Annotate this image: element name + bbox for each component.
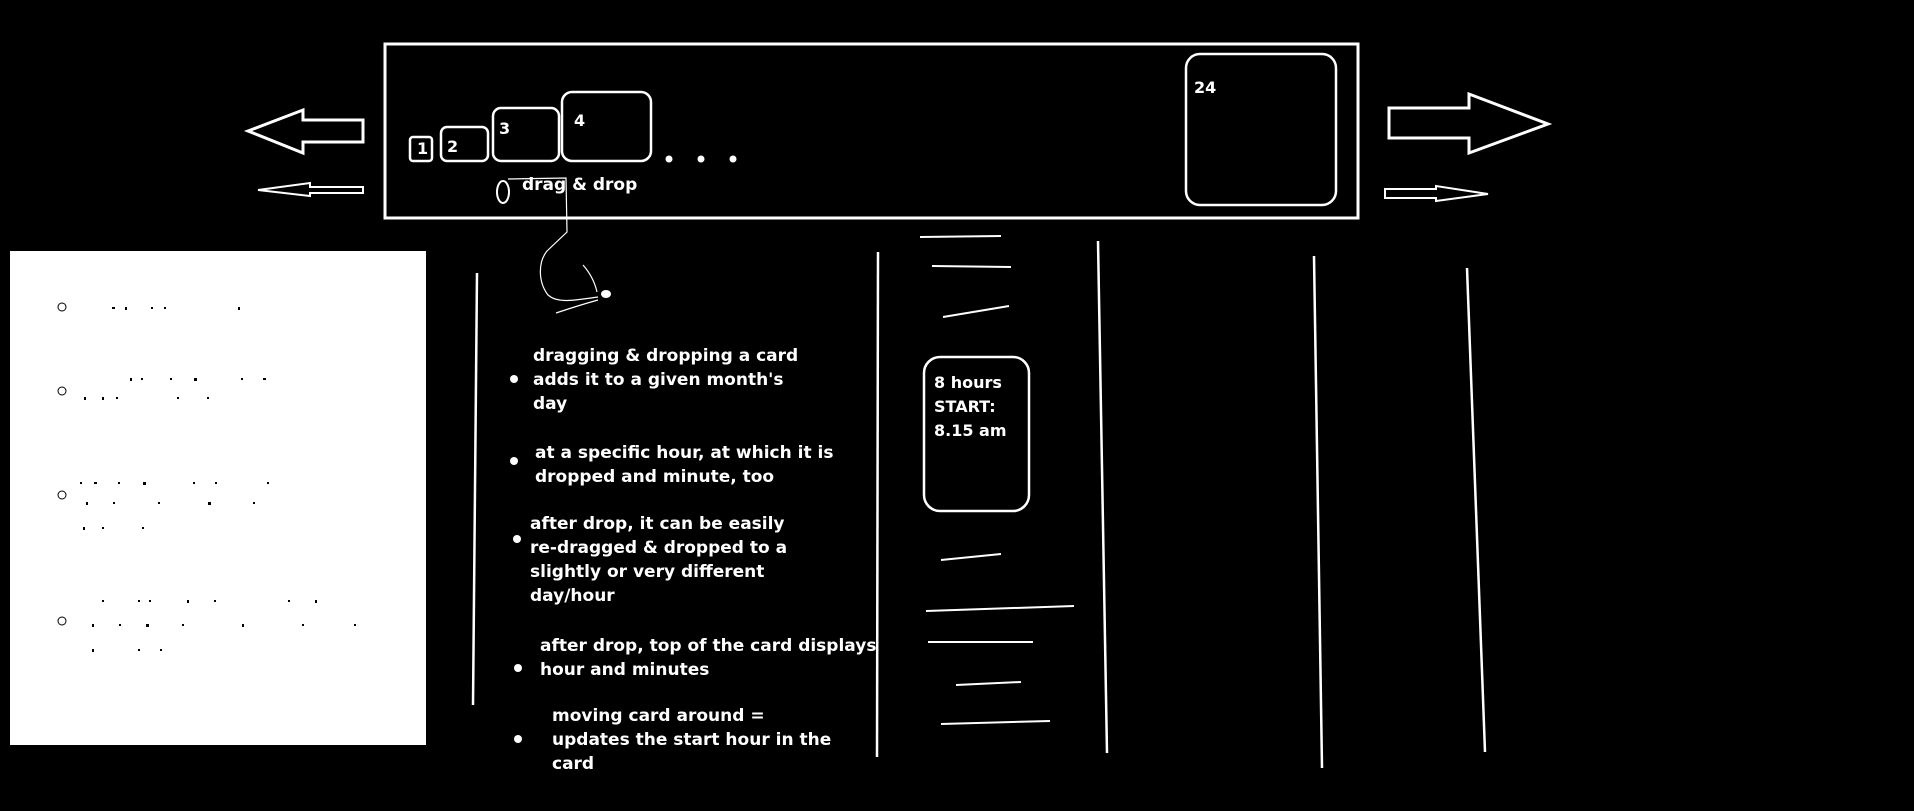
column-line (1312, 255, 1324, 769)
drop-point-icon (601, 290, 611, 298)
card-3-label: 3 (499, 119, 511, 138)
sidebar-radio-icon (57, 302, 67, 312)
bullet-item-5: moving card around = updates the start h… (552, 706, 832, 774)
card-1-label: 1 (417, 139, 429, 158)
column-line (875, 251, 880, 758)
column-line (471, 272, 479, 706)
hour-tick (955, 681, 1022, 686)
bullet-dot (513, 535, 521, 543)
hour-tick (925, 605, 1075, 612)
sidebar-faint-marks (80, 307, 356, 652)
drag-drop-label: drag & drop (522, 175, 638, 195)
bullet-item-4: after drop, top of the card displays hou… (540, 636, 877, 680)
sidebar-radio-icon (57, 386, 67, 396)
drag-path-line (507, 177, 599, 302)
card-4-label: 4 (574, 111, 586, 130)
scroll-right-arrow-large-icon[interactable] (1387, 91, 1553, 156)
sidebar-panel (10, 251, 426, 745)
scroll-left-arrow-small-icon[interactable] (257, 181, 364, 198)
ellipsis-dot (665, 155, 673, 163)
bullet-dot (510, 457, 518, 465)
sidebar-radio-icon (57, 490, 67, 500)
bullet-item-3: after drop, it can be easily re-dragged … (530, 514, 788, 606)
card-2-label: 2 (447, 137, 459, 156)
sidebar-marks (57, 302, 356, 652)
drag-cursor-oval (496, 180, 510, 204)
bullet-item-2: at a specific hour, at which it is dropp… (535, 443, 834, 487)
bullet-dot (514, 664, 522, 672)
bullet-dot (510, 375, 518, 383)
card-24-label: 24 (1194, 78, 1217, 97)
column-line (1096, 240, 1109, 754)
bullet-item-1: dragging & dropping a card adds it to a … (533, 346, 799, 414)
hour-tick (919, 235, 1002, 238)
ellipsis-dot (729, 155, 737, 163)
card-24[interactable] (1184, 52, 1338, 207)
sidebar-radio-icon (57, 616, 67, 626)
scroll-right-arrow-small-icon[interactable] (1384, 184, 1489, 203)
drag-path-tail (555, 299, 599, 314)
hour-tick (940, 553, 1002, 561)
scroll-left-arrow-large-icon[interactable] (243, 107, 365, 156)
hour-tick (942, 305, 1010, 318)
hour-tick (931, 265, 1012, 268)
bullet-dot (514, 735, 522, 743)
drag-path-hook (582, 264, 598, 293)
event-card-text: 8 hours START: 8.15 am (934, 373, 1007, 440)
column-line (1465, 267, 1487, 753)
hour-tick (940, 720, 1051, 725)
ellipsis-dot (697, 155, 705, 163)
